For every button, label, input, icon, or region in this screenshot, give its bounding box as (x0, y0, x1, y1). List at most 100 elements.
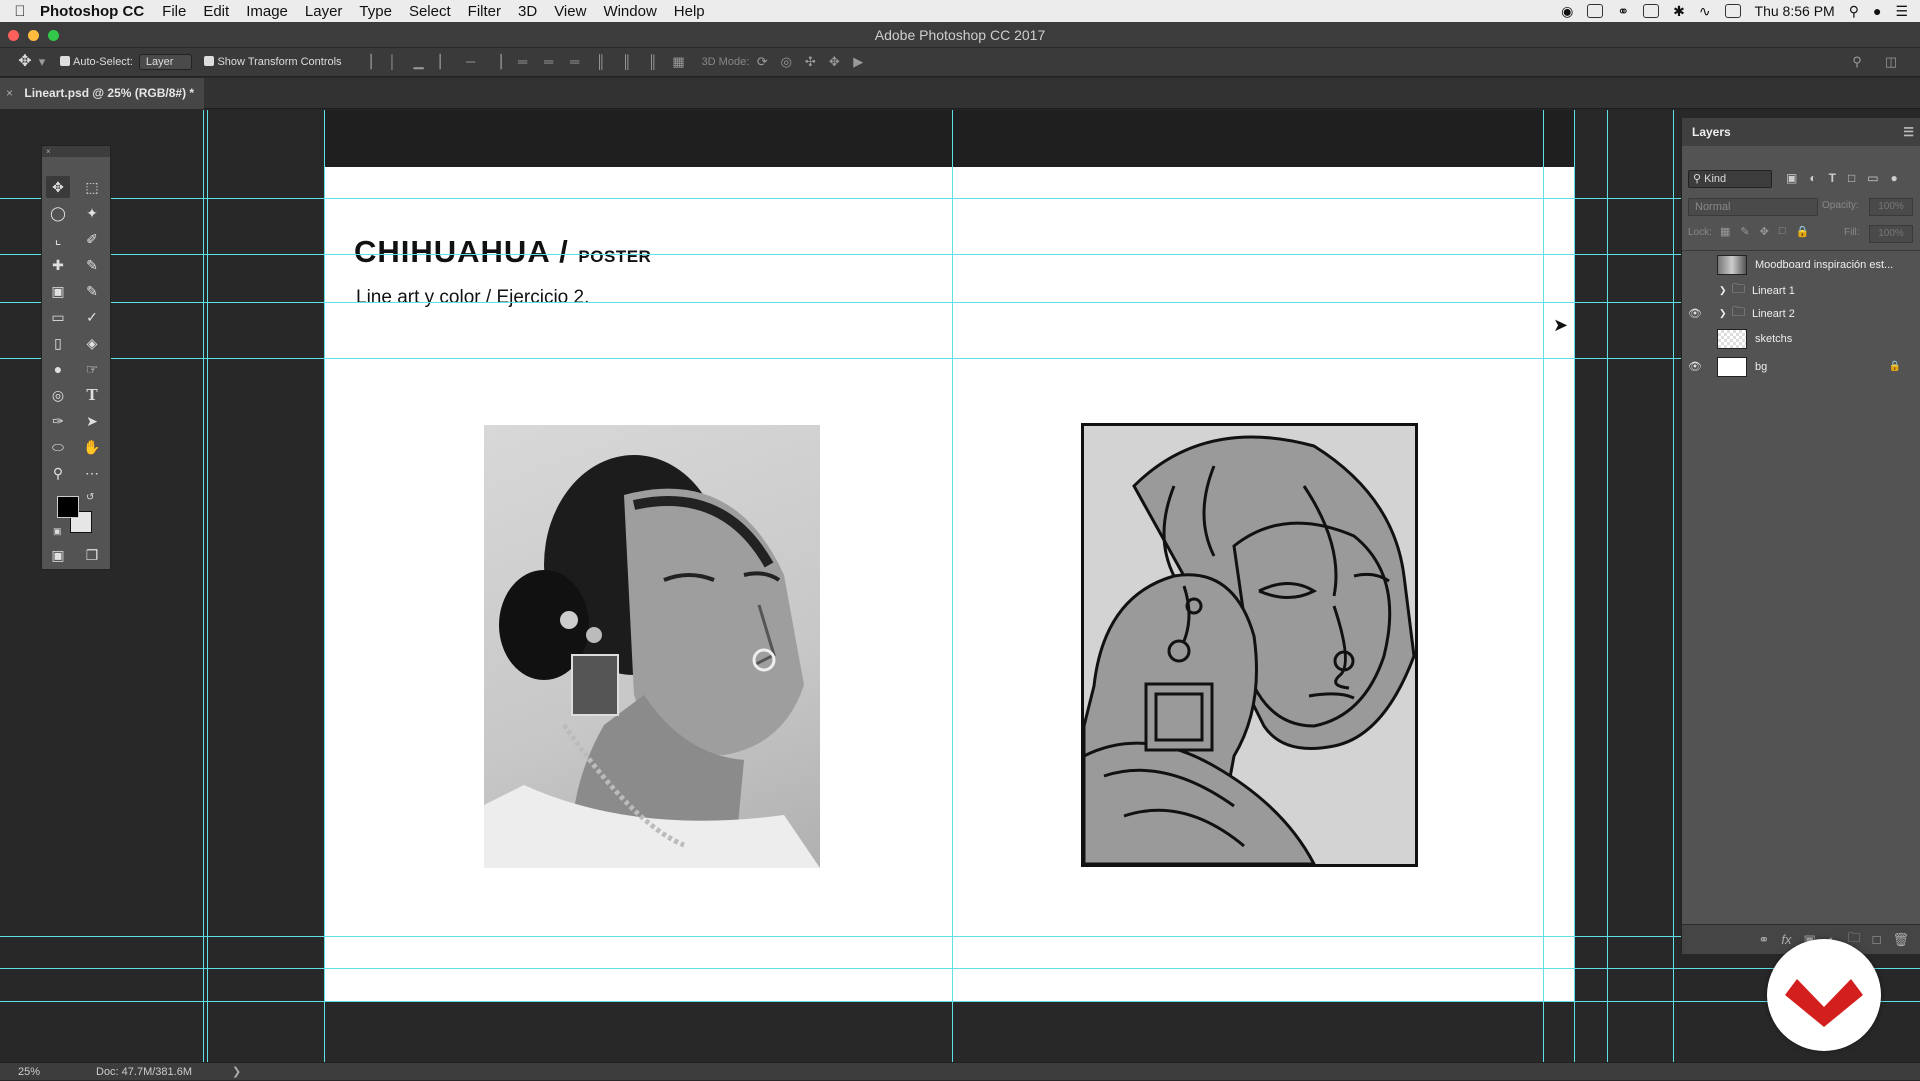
crop-tool-icon[interactable]: ⌞ (46, 228, 70, 250)
menu-filter[interactable]: Filter (468, 3, 501, 20)
guide-vertical[interactable] (1607, 110, 1608, 1062)
more-tools-icon[interactable]: ⋯ (80, 462, 104, 484)
move-tool-preset-icon[interactable]: ✥ (18, 54, 32, 70)
zoom-window-button[interactable] (48, 30, 59, 41)
healing-brush-tool-icon[interactable]: ✚ (46, 254, 70, 276)
guide-horizontal[interactable] (0, 936, 1920, 937)
tools-panel-header[interactable]: × (42, 146, 110, 157)
align-hcenter-icon[interactable]: ─ (464, 55, 478, 69)
guide-vertical[interactable] (1673, 110, 1674, 1062)
visibility-toggle-empty[interactable] (1687, 284, 1703, 298)
menu-layer[interactable]: Layer (305, 3, 343, 20)
artboard[interactable]: CHIHUAHUA / POSTER Line art y color / Ej… (324, 167, 1574, 1002)
lock-transparency-icon[interactable]: ▦ (1720, 225, 1730, 238)
menu-edit[interactable]: Edit (203, 3, 229, 20)
art-history-brush-icon[interactable]: ✓ (80, 306, 104, 328)
quick-mask-icon[interactable]: ▣ (46, 544, 70, 566)
history-brush-tool-icon[interactable]: ✎ (80, 280, 104, 302)
layer-row[interactable]: Moodboard inspiración est... (1682, 252, 1920, 277)
menu-select[interactable]: Select (409, 3, 451, 20)
align-left-icon[interactable]: ▏ (438, 55, 452, 69)
show-transform-checkbox[interactable]: Show Transform Controls (204, 56, 342, 68)
distribute-left-icon[interactable]: ║ (594, 55, 608, 69)
blend-mode-dropdown[interactable]: Normal (1688, 198, 1818, 216)
lock-all-icon[interactable]: 🔒 (1796, 225, 1810, 238)
chevron-right-icon[interactable]: ❯ (1719, 285, 1727, 296)
paint-bucket-tool-icon[interactable]: ◈ (80, 332, 104, 354)
distribute-top-icon[interactable]: ═ (516, 55, 530, 69)
distribute-bottom-icon[interactable]: ═ (568, 55, 582, 69)
filter-toggle-icon[interactable]: ● (1891, 171, 1898, 185)
blur-tool-icon[interactable]: ● (46, 358, 70, 380)
type-filter-icon[interactable]: T (1829, 171, 1836, 185)
distribute-hcenter-icon[interactable]: ║ (620, 55, 634, 69)
smart-object-filter-icon[interactable]: ▭ (1867, 171, 1878, 185)
guide-horizontal[interactable] (0, 358, 1920, 359)
close-tab-icon[interactable]: × (6, 86, 13, 100)
lock-pixels-icon[interactable]: ✎ (1740, 225, 1749, 238)
trash-icon[interactable]: 🗑 (1892, 932, 1909, 948)
guide-vertical[interactable] (1574, 110, 1575, 1062)
guide-horizontal[interactable] (0, 198, 1920, 199)
menu-file[interactable]: File (162, 3, 186, 20)
visibility-toggle-empty[interactable] (1687, 332, 1703, 346)
align-right-icon[interactable]: ▕ (490, 55, 504, 69)
menu-window[interactable]: Window (603, 3, 656, 20)
menu-3d[interactable]: 3D (518, 3, 537, 20)
panel-menu-icon[interactable]: ☰ (1903, 118, 1914, 146)
stamp-tool-icon[interactable]: ▭ (46, 306, 70, 328)
path-selection-tool-icon[interactable]: ➤ (80, 410, 104, 432)
default-colors-icon[interactable]: ▣ (53, 526, 62, 537)
guide-vertical[interactable] (324, 110, 325, 1062)
bluetooth-icon[interactable]: ✱ (1673, 3, 1685, 20)
fill-field[interactable]: 100% (1869, 225, 1913, 243)
align-bottom-icon[interactable]: ▁ (412, 55, 426, 69)
camera-3d-icon[interactable]: ▶ (851, 55, 865, 69)
airplay-icon[interactable] (1724, 4, 1741, 18)
move-tool-icon[interactable]: ✥ (46, 176, 70, 198)
roll-3d-icon[interactable]: ◎ (779, 55, 793, 69)
zoom-level[interactable]: 25% (18, 1063, 40, 1081)
notification-center-icon[interactable]: ☰ (1895, 3, 1908, 20)
siri-icon[interactable]: ● (1873, 3, 1881, 19)
guide-vertical[interactable] (203, 110, 204, 1062)
marquee-tool-icon[interactable]: ⬚ (80, 176, 104, 198)
visibility-toggle-empty[interactable] (1687, 258, 1703, 272)
workspace-switcher-icon[interactable]: ◫ (1884, 55, 1898, 69)
magic-wand-tool-icon[interactable]: ✦ (80, 202, 104, 224)
align-vcenter-icon[interactable]: │ (386, 55, 400, 69)
zoom-tool-icon[interactable]: ⚲ (46, 462, 70, 484)
close-window-button[interactable] (8, 30, 19, 41)
opacity-field[interactable]: 100% (1869, 198, 1913, 216)
brush-tool-icon[interactable]: ✎ (80, 254, 104, 276)
chevron-right-icon[interactable]: ❯ (1719, 308, 1727, 319)
menu-help[interactable]: Help (674, 3, 705, 20)
layer-row[interactable]: 👁 bg 🔒 (1682, 354, 1920, 379)
display-icon[interactable] (1643, 4, 1660, 18)
smudge-tool-icon[interactable]: ☞ (80, 358, 104, 380)
distribute-vcenter-icon[interactable]: ═ (542, 55, 556, 69)
distribute-right-icon[interactable]: ║ (646, 55, 660, 69)
clone-stamp-tool-icon[interactable]: ▣ (46, 280, 70, 302)
menu-image[interactable]: Image (246, 3, 288, 20)
menu-view[interactable]: View (554, 3, 586, 20)
minimize-window-button[interactable] (28, 30, 39, 41)
guide-horizontal[interactable] (0, 1001, 1920, 1002)
type-tool-icon[interactable]: T (80, 384, 104, 406)
orbit-3d-icon[interactable]: ⟳ (755, 55, 769, 69)
pixel-filter-icon[interactable]: ▣ (1786, 171, 1797, 185)
search-icon[interactable]: ⚲ (1850, 55, 1864, 69)
guide-horizontal[interactable] (0, 968, 1920, 969)
shape-filter-icon[interactable]: □ (1848, 171, 1855, 185)
swap-colors-icon[interactable]: ↺ (86, 492, 94, 503)
guide-vertical[interactable] (952, 110, 953, 1062)
canvas-workspace[interactable]: CHIHUAHUA / POSTER Line art y color / Ej… (0, 110, 1920, 1062)
eye-icon[interactable]: 👁 (1687, 360, 1703, 374)
slide-3d-icon[interactable]: ✥ (827, 55, 841, 69)
eyedropper-tool-icon[interactable]: ✐ (80, 228, 104, 250)
keyboard-icon[interactable] (1587, 4, 1604, 18)
auto-align-icon[interactable]: ▦ (672, 55, 686, 69)
eraser-tool-icon[interactable]: ▯ (46, 332, 70, 354)
dodge-tool-icon[interactable]: ◎ (46, 384, 70, 406)
auto-select-checkbox[interactable]: Auto-Select: (60, 56, 133, 68)
